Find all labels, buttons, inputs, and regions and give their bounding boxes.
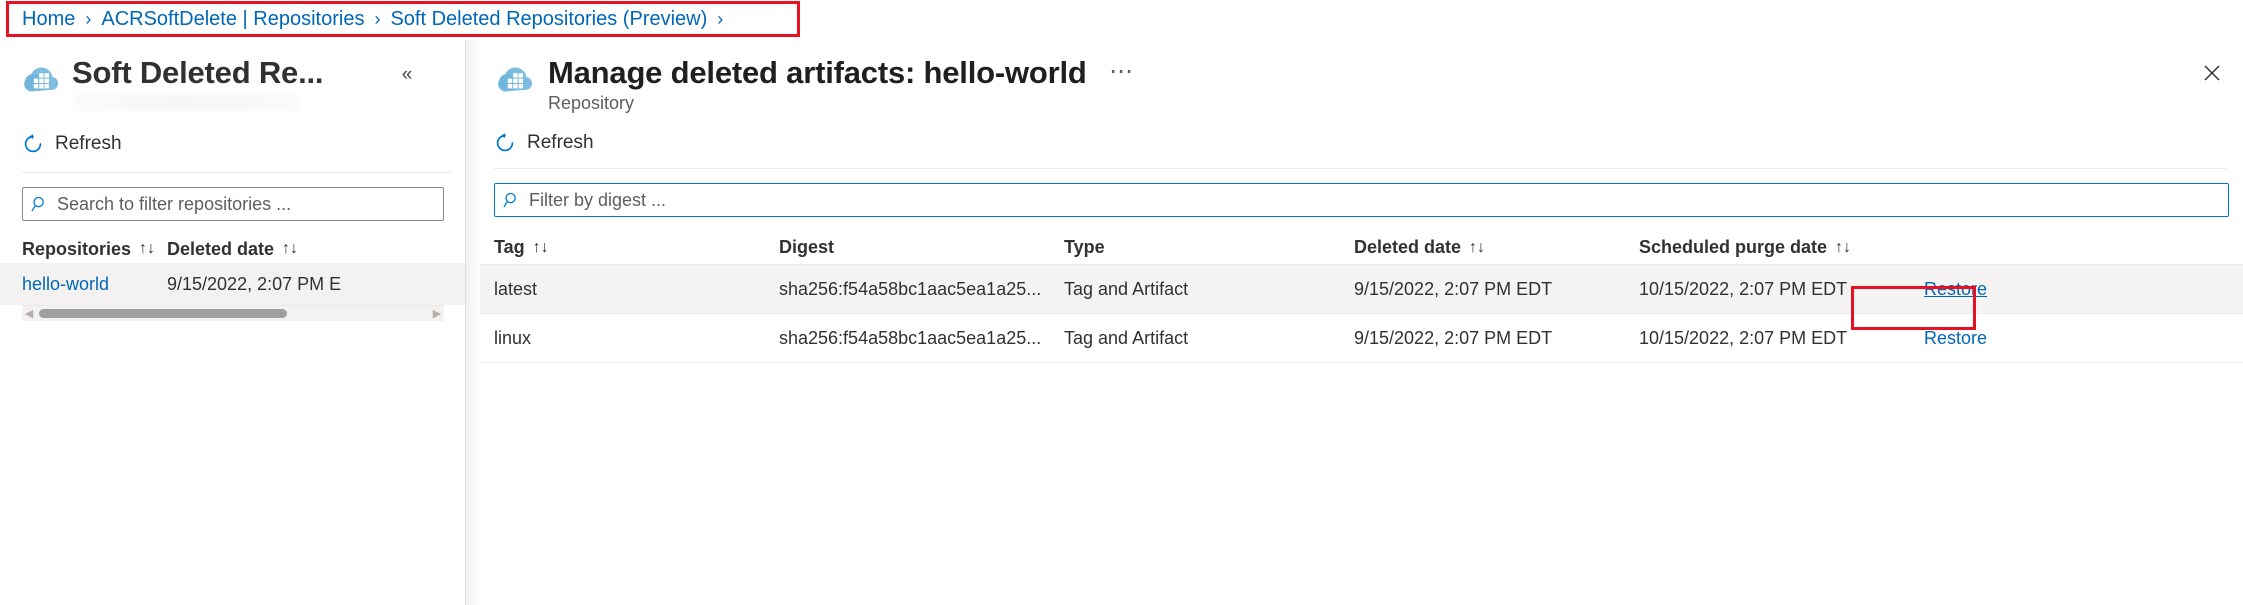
artifact-digest: sha256:f54a58bc1aac5ea1a25... — [779, 279, 1064, 300]
filter-by-digest-input[interactable]: Filter by digest ... — [494, 183, 2229, 217]
table-row[interactable]: hello-world 9/15/2022, 2:07 PM E — [0, 263, 466, 305]
main-refresh-button[interactable]: Refresh — [494, 127, 604, 159]
column-header-deleted-date-label: Deleted date — [1354, 237, 1461, 258]
artifact-action-cell: Restore — [1924, 328, 2124, 349]
search-icon — [503, 191, 521, 209]
filter-input-placeholder: Filter by digest ... — [529, 190, 666, 211]
breadcrumb-item-home[interactable]: Home — [22, 8, 75, 31]
column-header-digest-label: Digest — [779, 237, 834, 258]
manage-deleted-artifacts-panel: Manage deleted artifacts: hello-world ⋯ … — [480, 40, 2243, 605]
main-refresh-label: Refresh — [527, 132, 594, 154]
column-header-scheduled-purge-date-label: Scheduled purge date — [1639, 237, 1827, 258]
close-blade-button[interactable] — [2195, 56, 2229, 90]
close-icon — [2202, 63, 2222, 83]
sidebar-command-divider — [22, 172, 452, 173]
collapse-panel-button[interactable]: « — [392, 60, 422, 90]
page-title: Soft Deleted Re... — [72, 54, 323, 92]
more-options-button[interactable]: ⋯ — [1109, 57, 1134, 86]
repository-name-link[interactable]: hello-world — [22, 274, 167, 295]
breadcrumb-separator: › — [374, 9, 380, 30]
sidebar-refresh-button[interactable]: Refresh — [22, 128, 132, 160]
column-header-type[interactable]: Type — [1064, 237, 1354, 258]
breadcrumb-item-acrsoftdelete-repositories[interactable]: ACRSoftDelete | Repositories — [101, 8, 364, 31]
breadcrumb-separator: › — [717, 9, 723, 30]
artifact-deleted-date: 9/15/2022, 2:07 PM EDT — [1354, 328, 1639, 349]
sidebar-refresh-label: Refresh — [55, 133, 122, 155]
sidebar-subtitle-redacted — [72, 94, 300, 112]
artifact-purge-date: 10/15/2022, 2:07 PM EDT — [1639, 279, 1924, 300]
column-header-repositories-label: Repositories — [22, 239, 131, 260]
acr-cloud-icon — [20, 58, 62, 100]
sort-icon: ↑↓ — [1469, 239, 1485, 257]
repositories-horizontal-scrollbar[interactable]: ◀ ▶ — [22, 305, 444, 321]
breadcrumb-bar: Home › ACRSoftDelete | Repositories › So… — [0, 0, 2243, 38]
column-header-deleted-date[interactable]: Deleted date ↑↓ — [1354, 237, 1639, 258]
repository-deleted-date: 9/15/2022, 2:07 PM E — [167, 274, 407, 295]
panel-divider — [465, 40, 466, 605]
search-repositories-input[interactable]: Search to filter repositories ... — [22, 187, 444, 221]
column-header-type-label: Type — [1064, 237, 1105, 258]
scrollbar-thumb[interactable] — [39, 309, 287, 318]
artifact-action-cell: Restore — [1924, 279, 2124, 300]
sidebar-command-bar: Refresh — [0, 122, 466, 166]
artifact-type: Tag and Artifact — [1064, 279, 1354, 300]
breadcrumb-item-soft-deleted-repositories[interactable]: Soft Deleted Repositories (Preview) — [390, 8, 707, 31]
deleted-artifacts-table: Tag ↑↓ Digest Type Deleted date ↑↓ Sched… — [480, 231, 2243, 363]
table-row[interactable]: linux sha256:f54a58bc1aac5ea1a25... Tag … — [480, 314, 2243, 363]
table-row[interactable]: latest sha256:f54a58bc1aac5ea1a25... Tag… — [480, 265, 2243, 314]
scrollbar-track[interactable] — [39, 309, 427, 318]
sort-icon: ↑↓ — [139, 240, 155, 258]
restore-link[interactable]: Restore — [1924, 328, 1987, 348]
sort-icon: ↑↓ — [1835, 239, 1851, 257]
column-header-scheduled-purge-date[interactable]: Scheduled purge date ↑↓ — [1639, 237, 1924, 258]
column-header-deleted-date-label: Deleted date — [167, 239, 274, 260]
column-header-repositories[interactable]: Repositories ↑↓ — [22, 239, 167, 260]
scroll-right-arrow-icon[interactable]: ▶ — [430, 307, 444, 321]
column-header-deleted-date[interactable]: Deleted date ↑↓ — [167, 239, 407, 260]
artifact-digest: sha256:f54a58bc1aac5ea1a25... — [779, 328, 1064, 349]
column-header-tag[interactable]: Tag ↑↓ — [494, 237, 779, 258]
repositories-table-header: Repositories ↑↓ Deleted date ↑↓ — [0, 235, 466, 263]
artifact-purge-date: 10/15/2022, 2:07 PM EDT — [1639, 328, 1924, 349]
column-header-digest[interactable]: Digest — [779, 237, 1064, 258]
sidebar-header: Soft Deleted Re... « — [0, 40, 466, 112]
refresh-icon — [22, 133, 44, 155]
main-command-bar: Refresh — [480, 122, 2243, 164]
refresh-icon — [494, 132, 516, 154]
soft-deleted-repositories-panel: Soft Deleted Re... « Refresh Search to f… — [0, 40, 466, 605]
panel-shadow — [466, 40, 480, 605]
sort-icon: ↑↓ — [533, 239, 549, 257]
breadcrumb: Home › ACRSoftDelete | Repositories › So… — [0, 0, 723, 38]
main-page-title: Manage deleted artifacts: hello-world — [548, 54, 1087, 92]
search-input-placeholder: Search to filter repositories ... — [57, 194, 291, 215]
breadcrumb-separator: › — [85, 9, 91, 30]
scroll-left-arrow-icon[interactable]: ◀ — [22, 307, 36, 321]
repositories-table: Repositories ↑↓ Deleted date ↑↓ hello-wo… — [0, 235, 466, 321]
main-command-divider — [494, 168, 2227, 169]
restore-link[interactable]: Restore — [1924, 279, 1987, 299]
artifact-deleted-date: 9/15/2022, 2:07 PM EDT — [1354, 279, 1639, 300]
artifact-tag: linux — [494, 328, 779, 349]
sort-icon: ↑↓ — [282, 240, 298, 258]
artifacts-table-header: Tag ↑↓ Digest Type Deleted date ↑↓ Sched… — [480, 231, 2243, 265]
search-icon — [31, 195, 49, 213]
acr-cloud-icon — [494, 58, 536, 100]
artifact-tag: latest — [494, 279, 779, 300]
column-header-tag-label: Tag — [494, 237, 525, 258]
artifact-type: Tag and Artifact — [1064, 328, 1354, 349]
main-page-subtitle: Repository — [548, 93, 1134, 114]
main-header: Manage deleted artifacts: hello-world ⋯ … — [480, 40, 2243, 114]
